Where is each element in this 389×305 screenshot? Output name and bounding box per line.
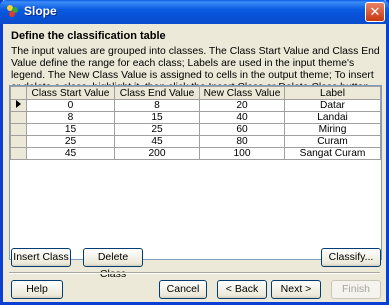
cell-class-start[interactable]: 15 — [26, 123, 115, 136]
insert-class-button[interactable]: Insert Class — [11, 248, 71, 267]
cell-new-class-value[interactable]: 60 — [199, 123, 285, 136]
cell-new-class-value[interactable]: 100 — [199, 147, 285, 160]
table-row[interactable]: 15 25 60 Miring — [10, 123, 381, 136]
back-button[interactable]: < Back — [217, 280, 267, 299]
row-selector[interactable] — [10, 123, 27, 136]
app-icon — [7, 5, 18, 17]
cell-class-end[interactable]: 200 — [114, 147, 200, 160]
cell-new-class-value[interactable]: 40 — [199, 111, 285, 124]
table-row[interactable]: 25 45 80 Curam — [10, 135, 381, 148]
cell-class-start[interactable]: 45 — [26, 147, 115, 160]
close-button[interactable]: ✕ — [365, 2, 385, 22]
row-selector[interactable] — [10, 147, 27, 160]
table-row[interactable]: 45 200 100 Sangat Curam — [10, 147, 381, 160]
table-row[interactable]: 8 15 40 Landai — [10, 111, 381, 124]
classification-table[interactable]: Class Start Value Class End Value New Cl… — [9, 85, 382, 260]
table-row[interactable]: 0 8 20 Datar — [10, 99, 381, 112]
row-selector[interactable] — [10, 111, 27, 124]
corner-header-cell — [10, 86, 27, 100]
cell-label[interactable]: Landai — [284, 111, 381, 124]
column-header-label[interactable]: Label — [284, 86, 381, 100]
cell-new-class-value[interactable]: 20 — [199, 99, 285, 112]
cell-class-start[interactable]: 8 — [26, 111, 115, 124]
column-header-new-class-value[interactable]: New Class Value — [199, 86, 285, 100]
dialog-content: Define the classification table The inpu… — [3, 24, 386, 302]
title-bar[interactable]: Slope ✕ — [0, 0, 389, 24]
cell-class-end[interactable]: 25 — [114, 123, 200, 136]
cell-class-start[interactable]: 0 — [26, 99, 115, 112]
cell-label[interactable]: Miring — [284, 123, 381, 136]
next-button[interactable]: Next > — [271, 280, 321, 299]
footer-divider — [9, 272, 380, 274]
window-title: Slope — [24, 4, 57, 18]
cell-class-end[interactable]: 8 — [114, 99, 200, 112]
row-selector[interactable] — [10, 135, 27, 148]
slope-dialog-window: Slope ✕ Define the classification table … — [0, 0, 389, 305]
row-selector[interactable] — [10, 99, 27, 112]
finish-button[interactable]: Finish — [331, 280, 381, 299]
cell-label[interactable]: Datar — [284, 99, 381, 112]
cell-class-end[interactable]: 15 — [114, 111, 200, 124]
table-header-row: Class Start Value Class End Value New Cl… — [10, 86, 381, 100]
help-button[interactable]: Help — [11, 280, 63, 299]
classify-button[interactable]: Classify... — [321, 248, 381, 267]
cancel-button[interactable]: Cancel — [159, 280, 207, 299]
cell-label[interactable]: Curam — [284, 135, 381, 148]
cell-label[interactable]: Sangat Curam — [284, 147, 381, 160]
cell-class-start[interactable]: 25 — [26, 135, 115, 148]
column-header-class-start[interactable]: Class Start Value — [26, 86, 115, 100]
delete-class-button[interactable]: Delete Class — [83, 248, 143, 280]
cell-class-end[interactable]: 45 — [114, 135, 200, 148]
column-header-class-end[interactable]: Class End Value — [114, 86, 200, 100]
current-row-arrow-icon — [16, 100, 21, 108]
cell-new-class-value[interactable]: 80 — [199, 135, 285, 148]
page-heading: Define the classification table — [11, 30, 166, 42]
